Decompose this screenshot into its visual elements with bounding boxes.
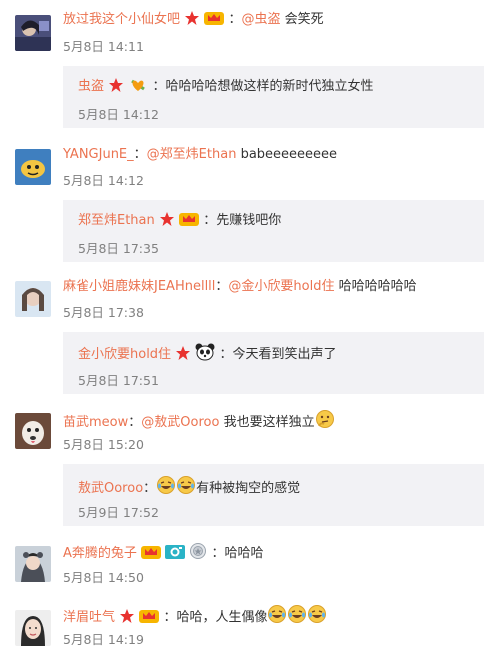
thinking-emoji-icon (315, 409, 335, 429)
comment-time: 5月8日 15:20 (63, 437, 144, 452)
reply-text: 先赚钱吧你 (216, 213, 282, 228)
reply-username[interactable]: 金小欣要hold住 (78, 347, 171, 362)
comment-mention[interactable]: @郑至炜Ethan (147, 147, 237, 162)
avatar-image (15, 413, 51, 449)
avatar[interactable] (15, 546, 51, 582)
comment-item: 麻雀小姐鹿妹妹JEAHnellll：@金小欣要hold住 哈哈哈哈哈哈 5月8日… (0, 270, 484, 402)
comment-mention[interactable]: @敖武Ooroo (141, 415, 219, 430)
laughing-emoji-icon (307, 604, 327, 624)
comment-line: A奔腾的兔子 ：哈哈哈 (63, 542, 478, 562)
crown-badge-icon[interactable] (139, 608, 160, 624)
comment-username[interactable]: YANGJunE_ (63, 147, 134, 162)
laughing-emoji-icon (156, 475, 176, 495)
reply-box: 郑至炜Ethan ：先赚钱吧你 5月8日 17:35 (63, 200, 484, 262)
reply-line: 敖武Ooroo： 有种被掏空的感觉 (78, 475, 301, 496)
avatar[interactable] (15, 413, 51, 449)
comment-item: 苗武meow：@敖武Ooroo 我也要这样独立 5月8日 15:20 敖武Oor… (0, 402, 484, 532)
heart-badge-icon[interactable] (128, 77, 148, 93)
comment-line: YANGJunE_：@郑至炜Ethan babeeeeeeeee (63, 147, 338, 162)
laughing-emoji-icon (176, 475, 196, 495)
comment-item: A奔腾的兔子 ：哈哈哈 5月8日 14:50 (0, 532, 484, 596)
star-badge-icon[interactable] (159, 211, 175, 227)
comment-item: YANGJunE_：@郑至炜Ethan babeeeeeeeee 5月8日 14… (0, 142, 484, 270)
camera-badge-icon[interactable] (165, 544, 186, 560)
reply-username[interactable]: 郑至炜Ethan (78, 213, 155, 228)
comment-text: 会笑死 (284, 12, 324, 27)
reply-box: 金小欣要hold住 ：今天看到笑出声了 5月8日 17:51 (63, 332, 484, 394)
avatar[interactable] (15, 281, 51, 317)
comment-username[interactable]: 洋眉吐气 (63, 610, 115, 625)
reply-box: 虫盗 ：哈哈哈哈想做这样的新时代独立女性 5月8日 14:12 (63, 66, 484, 128)
reply-text: 哈哈哈哈想做这样的新时代独立女性 (165, 79, 374, 94)
panda-icon[interactable] (195, 343, 215, 361)
comment-text: 哈哈，人生偶像 (176, 610, 268, 625)
crown-badge-icon[interactable] (179, 211, 200, 227)
avatar-image (15, 149, 51, 185)
comment-time: 5月8日 14:50 (63, 570, 144, 585)
reply-time: 5月8日 17:51 (78, 373, 159, 388)
reply-text: 有种被掏空的感觉 (196, 481, 301, 496)
star-badge-icon[interactable] (108, 77, 124, 93)
comment-mention[interactable]: @虫盗 (241, 12, 280, 27)
comment-line: 苗武meow：@敖武Ooroo 我也要这样独立 (63, 409, 478, 430)
comment-line: 麻雀小姐鹿妹妹JEAHnellll：@金小欣要hold住 哈哈哈哈哈哈 (63, 279, 417, 294)
comment-line: 洋眉吐气 ：哈哈，人生偶像 (63, 604, 478, 625)
reply-box: 敖武Ooroo： 有种被掏空的感觉 5月9日 17:52 (63, 464, 484, 526)
comment-username[interactable]: 苗武meow (63, 415, 128, 430)
reply-username[interactable]: 虫盗 (78, 79, 104, 94)
avatar[interactable] (15, 610, 51, 646)
reply-time: 5月8日 17:35 (78, 241, 159, 256)
comment-time: 5月8日 14:12 (63, 173, 144, 188)
avatar-image (15, 610, 51, 646)
avatar-image (15, 281, 51, 317)
reply-text: 今天看到笑出声了 (232, 347, 337, 362)
comment-mention[interactable]: @金小欣要hold住 (228, 279, 334, 294)
comment-time: 5月8日 14:11 (63, 39, 144, 54)
comment-time: 5月8日 14:19 (63, 632, 144, 647)
avatar-image (15, 546, 51, 582)
comment-text: 哈哈哈 (224, 546, 264, 561)
avatar[interactable] (15, 149, 51, 185)
crown-badge-icon[interactable] (204, 10, 225, 26)
laughing-emoji-icon (267, 604, 287, 624)
reply-line: 金小欣要hold住 ：今天看到笑出声了 (78, 343, 337, 363)
star-badge-icon[interactable] (119, 608, 135, 624)
comment-text: 我也要这样独立 (223, 415, 315, 430)
comment-text: babeeeeeeeee (240, 147, 338, 162)
star-badge-icon[interactable] (184, 10, 200, 26)
laughing-emoji-icon (287, 604, 307, 624)
comment-username[interactable]: 放过我这个小仙女吧 (63, 12, 180, 27)
avatar[interactable] (15, 15, 51, 51)
comment-text: 哈哈哈哈哈哈 (338, 279, 417, 294)
avatar-image (15, 15, 51, 51)
crown-badge-icon[interactable] (141, 544, 162, 560)
comment-username[interactable]: A奔腾的兔子 (63, 546, 137, 561)
comment-item: 放过我这个小仙女吧 ：@虫盗 会笑死 5月8日 14:11 虫盗 ：哈哈哈哈想做… (0, 0, 484, 142)
reply-line: 郑至炜Ethan ：先赚钱吧你 (78, 211, 282, 228)
comment-time: 5月8日 17:38 (63, 305, 144, 320)
reply-time: 5月8日 14:12 (78, 107, 159, 122)
medal-icon[interactable] (189, 542, 207, 560)
comment-item: 洋眉吐气 ：哈哈，人生偶像 5月8日 14:19 (0, 596, 484, 656)
reply-username[interactable]: 敖武Ooroo (78, 481, 143, 496)
comment-username[interactable]: 麻雀小姐鹿妹妹JEAHnellll (63, 279, 215, 294)
reply-line: 虫盗 ：哈哈哈哈想做这样的新时代独立女性 (78, 77, 374, 94)
reply-time: 5月9日 17:52 (78, 505, 159, 520)
star-badge-icon[interactable] (175, 345, 191, 361)
comment-line: 放过我这个小仙女吧 ：@虫盗 会笑死 (63, 10, 324, 27)
